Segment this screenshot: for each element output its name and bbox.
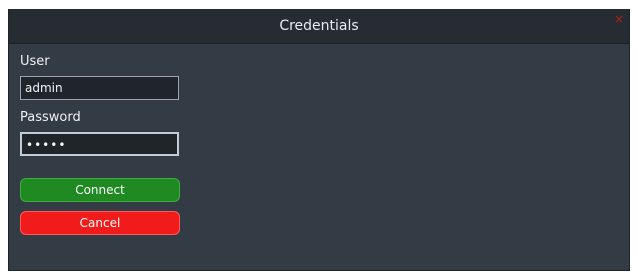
connect-button[interactable]: Connect	[20, 178, 180, 202]
user-label: User	[20, 54, 50, 69]
dialog-title: Credentials	[279, 18, 359, 34]
close-icon[interactable]: ×	[612, 12, 626, 26]
password-label: Password	[20, 110, 81, 125]
credentials-dialog: Credentials × User admin Password ••••• …	[8, 9, 630, 271]
password-input[interactable]: •••••	[20, 132, 179, 156]
user-input[interactable]: admin	[20, 76, 179, 100]
dialog-titlebar: Credentials ×	[9, 9, 629, 44]
cancel-button[interactable]: Cancel	[20, 211, 180, 235]
